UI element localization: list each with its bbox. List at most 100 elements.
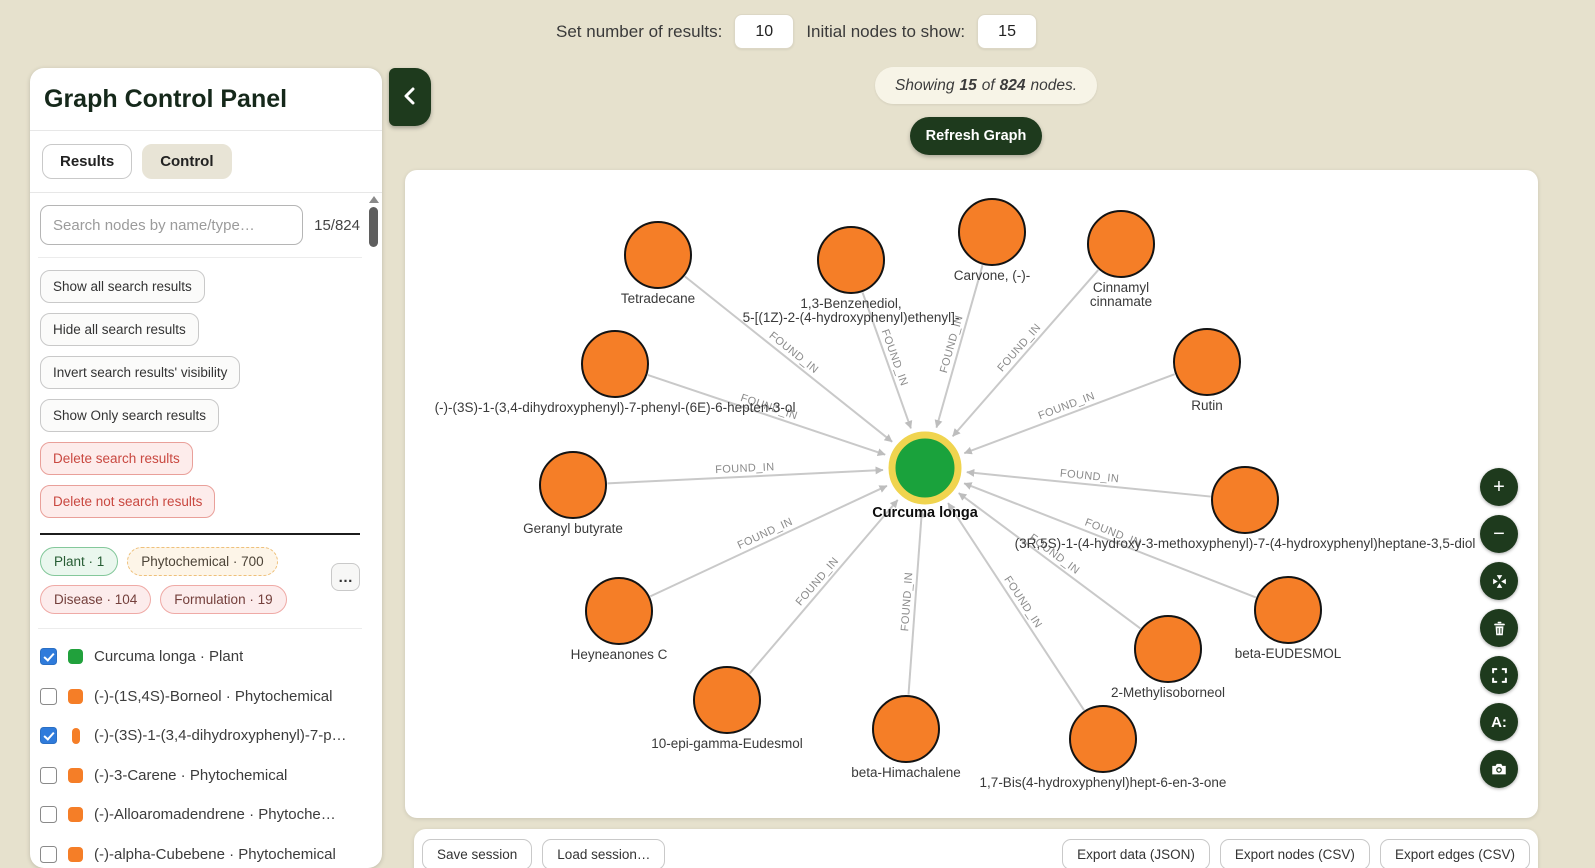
- export-buttons: Export data (JSON) Export nodes (CSV) Expo…: [1062, 839, 1530, 868]
- phytochemical-node[interactable]: [539, 451, 607, 519]
- list-item: Curcuma longa · Plant: [40, 637, 360, 677]
- showing-prefix: Showing: [895, 76, 955, 94]
- node-type-swatch: [68, 767, 83, 783]
- visibility-checkbox[interactable]: [40, 845, 57, 863]
- phytochemical-node[interactable]: [581, 330, 649, 398]
- visibility-checkbox[interactable]: [40, 687, 57, 705]
- phytochemical-node[interactable]: [1134, 615, 1202, 683]
- phytochemical-node[interactable]: [1254, 576, 1322, 644]
- trash-icon: [1491, 620, 1508, 637]
- node-label: 1,3-Benzenediol, 5-[(1Z)-2-(4-hydroxyphen…: [743, 296, 960, 325]
- tag-plant[interactable]: Plant · 1: [40, 547, 119, 576]
- initial-nodes-input[interactable]: [977, 14, 1038, 49]
- visibility-checkbox[interactable]: [40, 806, 57, 824]
- phytochemical-node[interactable]: [958, 198, 1026, 266]
- delete-not-search-results-button[interactable]: Delete not search results: [40, 485, 216, 518]
- invert-search-results-visibility-button[interactable]: Invert search results' visibility: [40, 356, 241, 389]
- phytochemical-node[interactable]: [624, 221, 692, 289]
- phytochemical-node[interactable]: [1211, 466, 1279, 534]
- node-name: (-)-(3S)-1-(3,4-dihydroxyphenyl)-7-p…: [94, 727, 347, 745]
- tag-formulation[interactable]: Formulation · 19: [160, 585, 287, 614]
- phytochemical-node[interactable]: [1173, 328, 1241, 396]
- graph-toolbar: + − A:: [1480, 468, 1518, 788]
- graph-control-panel: Graph Control Panel Results Control 15/8…: [30, 68, 382, 868]
- label-size-button[interactable]: A:: [1480, 703, 1518, 741]
- results-count-input[interactable]: [734, 14, 795, 49]
- edge-found-in: [649, 484, 888, 598]
- node-type-swatch: [68, 649, 83, 665]
- fullscreen-icon: [1491, 667, 1508, 684]
- panel-body: 15/824 Show all search results Hide all s…: [30, 193, 382, 868]
- zoom-in-button[interactable]: +: [1480, 468, 1518, 506]
- tag-phytochemical[interactable]: Phytochemical · 700: [127, 547, 278, 576]
- showing-count: 15: [959, 76, 977, 94]
- fit-view-button[interactable]: [1480, 562, 1518, 600]
- save-session-button[interactable]: Save session: [422, 839, 533, 868]
- phytochemical-node[interactable]: [1069, 705, 1137, 773]
- edge-label: FOUND_IN: [1001, 574, 1044, 630]
- list-item: (-)-Alloaromadendrene · Phytoche…: [40, 795, 360, 835]
- plant-node-curcuma-longa[interactable]: [888, 431, 962, 505]
- node-label: (3R,5S)-1-(4-hydroxy-3-methoxyphenyl)-7-…: [1015, 536, 1476, 551]
- phytochemical-node[interactable]: [872, 695, 940, 763]
- camera-icon: [1490, 760, 1508, 778]
- phytochemical-node[interactable]: [585, 577, 653, 645]
- phytochemical-node[interactable]: [1087, 210, 1155, 278]
- hide-all-search-results-button[interactable]: Hide all search results: [40, 313, 199, 346]
- node-name: Curcuma longa · Plant: [94, 648, 244, 666]
- phytochemical-node[interactable]: [817, 226, 885, 294]
- zoom-out-button[interactable]: −: [1480, 515, 1518, 553]
- search-actions: Show all search results Hide all search r…: [40, 258, 360, 518]
- scroll-up-arrow[interactable]: [368, 196, 379, 203]
- fullscreen-button[interactable]: [1480, 656, 1518, 694]
- show-only-search-results-button[interactable]: Show Only search results: [40, 399, 220, 432]
- list-item: (-)-(3S)-1-(3,4-dihydroxyphenyl)-7-p…: [40, 716, 360, 756]
- showing-of: of: [981, 76, 995, 94]
- scrollbar-thumb[interactable]: [369, 207, 378, 247]
- graph-canvas[interactable]: FOUND_IN FOUND_IN FOUND_IN FOUND_IN FOUND_IN…: [405, 170, 1538, 818]
- export-nodes-csv-button[interactable]: Export nodes (CSV): [1219, 839, 1370, 868]
- edge-found-in: [947, 502, 1085, 711]
- node-type-swatch: [68, 807, 83, 823]
- node-name: (-)-Alloaromadendrene · Phytoche…: [94, 806, 336, 824]
- collapse-panel-button[interactable]: [389, 68, 431, 126]
- initial-nodes-label: Initial nodes to show:: [806, 21, 966, 41]
- delete-button[interactable]: [1480, 609, 1518, 647]
- export-edges-csv-button[interactable]: Export edges (CSV): [1379, 839, 1530, 868]
- load-session-button[interactable]: Load session…: [542, 839, 666, 868]
- plus-icon: +: [1493, 476, 1505, 498]
- edge-label: FOUND_IN: [995, 322, 1043, 375]
- show-all-search-results-button[interactable]: Show all search results: [40, 270, 205, 303]
- search-input[interactable]: [40, 205, 304, 245]
- visibility-checkbox[interactable]: [40, 648, 57, 666]
- refresh-graph-button[interactable]: Refresh Graph: [910, 117, 1042, 155]
- tab-results[interactable]: Results: [42, 144, 133, 179]
- export-data-json-button[interactable]: Export data (JSON): [1062, 839, 1210, 868]
- results-count-label: Set number of results:: [556, 21, 723, 41]
- edge-label: FOUND_IN: [715, 461, 775, 476]
- network-graph[interactable]: FOUND_IN FOUND_IN FOUND_IN FOUND_IN FOUND_IN…: [405, 170, 1538, 818]
- panel-scrollbar[interactable]: [368, 192, 379, 868]
- tab-control[interactable]: Control: [142, 144, 232, 179]
- showing-total: 824: [999, 76, 1026, 94]
- edge-label: FOUND_IN: [794, 555, 842, 608]
- list-item: (-)-3-Carene · Phytochemical: [40, 756, 360, 796]
- divider: [38, 628, 362, 629]
- node-label: beta-EUDESMOL: [1235, 646, 1342, 661]
- visibility-checkbox[interactable]: [40, 766, 57, 784]
- more-tags-button[interactable]: …: [331, 563, 360, 591]
- node-type-swatch: [68, 846, 83, 862]
- panel-tabs: Results Control: [30, 131, 382, 193]
- node-type-swatch: [68, 688, 83, 704]
- chevron-left-icon: [402, 87, 418, 108]
- delete-search-results-button[interactable]: Delete search results: [40, 442, 193, 475]
- phytochemical-node[interactable]: [693, 666, 761, 734]
- font-size-icon: A:: [1491, 713, 1507, 731]
- node-label: Tetradecane: [621, 291, 695, 306]
- tag-disease[interactable]: Disease · 104: [40, 585, 152, 614]
- visibility-checkbox[interactable]: [40, 727, 57, 745]
- node-label: 1,7-Bis(4-hydroxyphenyl)hept-6-en-3-one: [980, 775, 1227, 790]
- screenshot-button[interactable]: [1480, 750, 1518, 788]
- search-counter: 15/824: [314, 216, 360, 234]
- session-buttons: Save session Load session…: [422, 839, 666, 868]
